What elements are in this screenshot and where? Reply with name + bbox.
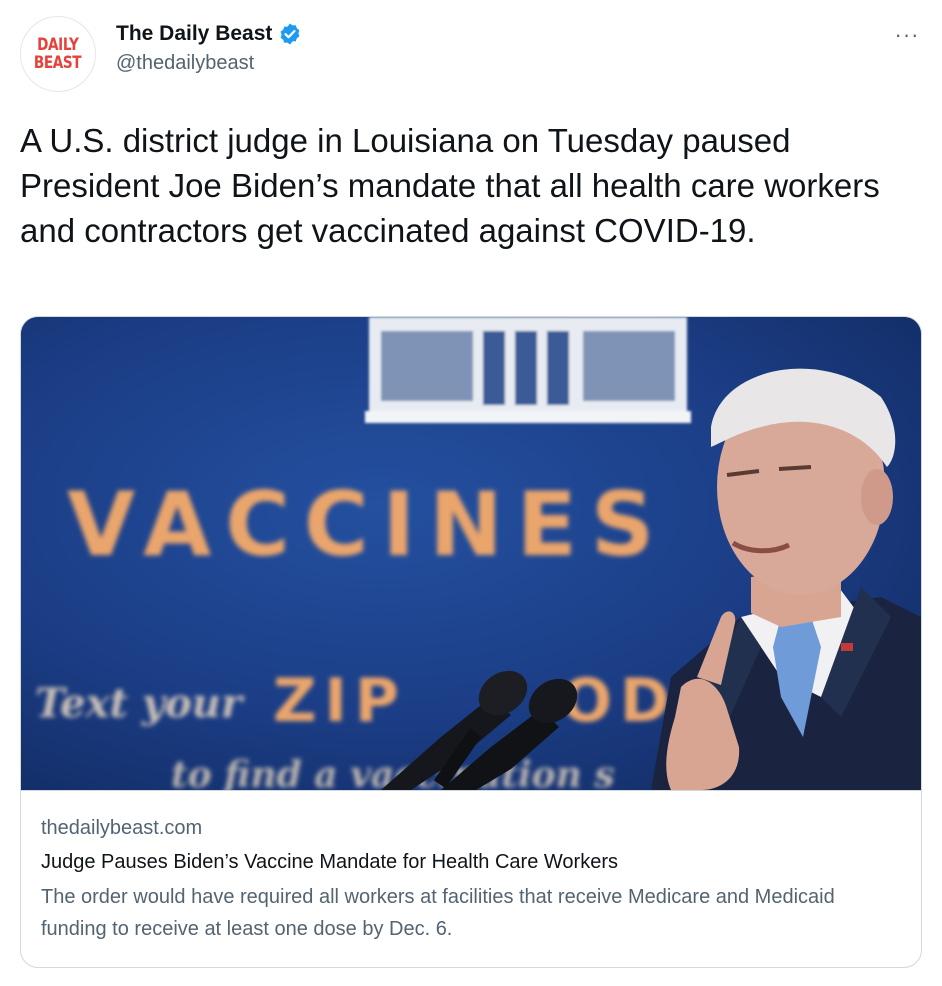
- card-title[interactable]: Judge Pauses Biden’s Vaccine Mandate for…: [41, 847, 901, 877]
- card-image: VACCINES O Text your ZIP ODE to find a v…: [21, 317, 921, 790]
- card-description: The order would have required all worker…: [41, 886, 835, 940]
- tweet: DAILY BEAST The Daily Beast @thedailybea…: [0, 0, 942, 986]
- more-options-button[interactable]: ···: [892, 20, 922, 50]
- card-domain: thedailybeast.com: [41, 817, 203, 839]
- sign-sub-zip: ZIP: [273, 666, 407, 736]
- avatar-logo-line-1: DAILY: [37, 35, 79, 55]
- sign-sub-prefix: Text your: [35, 680, 245, 727]
- avatar-logo-line-2: BEAST: [34, 53, 82, 73]
- verified-badge-icon: [278, 22, 302, 46]
- more-icon: ···: [894, 22, 920, 47]
- card-meta: thedailybeast.com Judge Pauses Biden’s V…: [41, 813, 901, 945]
- tweet-text: A U.S. district judge in Louisiana on Tu…: [20, 122, 880, 249]
- sign-main-word: VACCINES: [67, 473, 668, 576]
- white-house-emblem: [365, 317, 691, 423]
- handle[interactable]: @thedailybeast: [116, 52, 302, 75]
- card-image-illustration: VACCINES O Text your ZIP ODE to find a v…: [21, 317, 921, 790]
- link-card[interactable]: VACCINES O Text your ZIP ODE to find a v…: [20, 316, 922, 968]
- display-name-row: The Daily Beast: [116, 18, 302, 50]
- avatar[interactable]: DAILY BEAST: [20, 16, 96, 92]
- card-divider: [21, 790, 921, 791]
- author-info: The Daily Beast @thedailybeast: [116, 18, 302, 75]
- display-name[interactable]: The Daily Beast: [116, 22, 272, 46]
